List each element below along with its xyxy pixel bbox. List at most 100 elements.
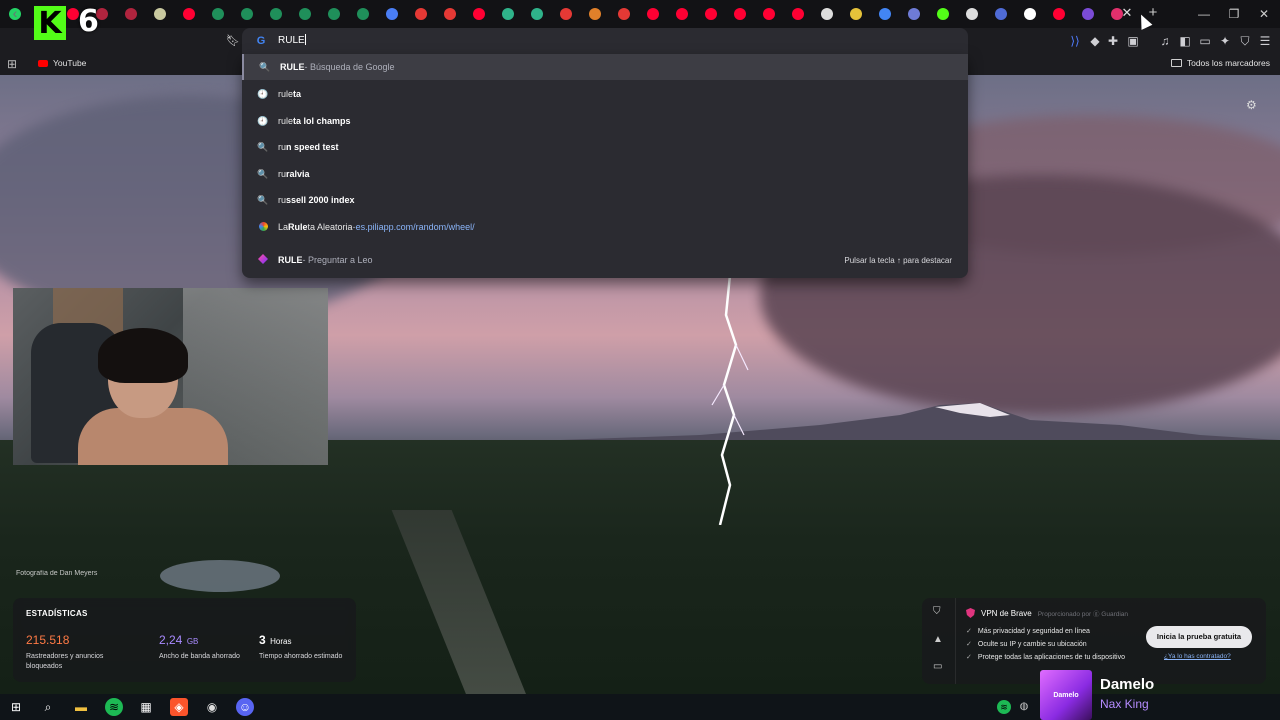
address-input[interactable]: RULE [278, 34, 306, 46]
tab[interactable] [464, 0, 493, 28]
tab-favicon-icon [762, 8, 775, 20]
tab[interactable] [319, 0, 348, 28]
tab[interactable] [725, 0, 754, 28]
suggestion-site[interactable]: La Rule ta Aleatoria - es.piliapp.com/ran… [242, 214, 968, 240]
puzzle-icon[interactable]: ✚ [1104, 32, 1122, 50]
shield-icon[interactable]: ⛉ [1236, 32, 1254, 50]
tab[interactable] [957, 0, 986, 28]
tray-icon[interactable]: ◍ [1015, 698, 1033, 716]
tab[interactable] [290, 0, 319, 28]
tab-favicon-icon [588, 8, 601, 20]
youtube-icon [38, 59, 48, 67]
tab-favicon-icon [414, 8, 427, 20]
tab[interactable] [609, 0, 638, 28]
vpn-feature: Protege todas las aplicaciones de tu dis… [966, 653, 1125, 661]
close-window-button[interactable]: ✕ [1248, 0, 1280, 28]
tab[interactable] [899, 0, 928, 28]
tab[interactable] [406, 0, 435, 28]
kick-logo-icon: K [34, 6, 66, 41]
tab[interactable] [1073, 0, 1102, 28]
tab[interactable] [145, 0, 174, 28]
bookmark-icon[interactable]: 🔖︎ [224, 32, 242, 50]
tab[interactable] [232, 0, 261, 28]
tab[interactable] [754, 0, 783, 28]
tab-favicon-icon [472, 8, 485, 20]
omnibox-suggestions: 🔍 RULE - Búsqueda de Google 🕘 rule ta 🕘 r… [242, 54, 968, 278]
store-icon[interactable]: ▦ [137, 698, 155, 716]
suggestion-search[interactable]: 🔍 ru ralvia [242, 161, 968, 187]
vpn-feature: Más privacidad y seguridad en línea [966, 627, 1090, 635]
vpn-trial-button[interactable]: Inicia la prueba gratuita [1146, 626, 1252, 648]
tab[interactable] [580, 0, 609, 28]
tab[interactable] [116, 0, 145, 28]
minimize-button[interactable]: — [1188, 0, 1220, 28]
tab[interactable] [841, 0, 870, 28]
suggestion-search[interactable]: 🔍 ru ssell 2000 index [242, 187, 968, 213]
video-icon[interactable]: ▭ [933, 661, 942, 672]
menu-icon[interactable]: ☰ [1256, 32, 1274, 50]
file-explorer-icon[interactable]: ▬ [72, 698, 90, 716]
vpn-already-link[interactable]: ¿Ya lo has contratado? [1164, 653, 1231, 660]
tab-favicon-icon [1081, 8, 1094, 20]
bookmark-youtube[interactable]: YouTube [38, 58, 86, 68]
tab[interactable] [493, 0, 522, 28]
suggestion-google-search[interactable]: 🔍 RULE - Búsqueda de Google [242, 54, 968, 80]
tab-icon[interactable]: ▣ [1124, 32, 1142, 50]
suggestion-bold: ta [293, 89, 302, 99]
tab-close-icon[interactable]: ✕ [1118, 4, 1136, 22]
tab[interactable] [522, 0, 551, 28]
tab[interactable] [928, 0, 957, 28]
tab-favicon-icon [965, 8, 978, 20]
tab[interactable] [348, 0, 377, 28]
search-icon[interactable]: ⌕ [39, 698, 57, 716]
wallet2-icon[interactable]: ▭ [1196, 32, 1214, 50]
tab[interactable] [1044, 0, 1073, 28]
news-icon[interactable]: ▲ [933, 634, 943, 645]
suggestion-bold: Rule [288, 222, 308, 232]
windows-start-icon[interactable]: ⊞ [7, 698, 25, 716]
stat-label: Rastreadores y anuncios bloqueados [26, 653, 104, 670]
obs-icon[interactable]: ◉ [203, 698, 221, 716]
tab[interactable] [551, 0, 580, 28]
music-icon[interactable]: ♫ [1156, 32, 1174, 50]
search-icon: 🔍 [259, 61, 271, 72]
spotify-icon[interactable]: ≋ [105, 698, 123, 716]
all-bookmarks-button[interactable]: Todos los marcadores [1170, 58, 1270, 68]
wallet-icon[interactable]: ⟩⟩ [1066, 32, 1084, 50]
suggestion-history[interactable]: 🕘 rule ta [242, 81, 968, 107]
suggestion-bold: ta lol champs [293, 116, 351, 126]
tab[interactable] [986, 0, 1015, 28]
sidebar-icon[interactable]: ◧ [1176, 32, 1194, 50]
tab[interactable] [261, 0, 290, 28]
photo-credit[interactable]: Fotografía de Dan Meyers [16, 570, 97, 577]
tab[interactable] [1015, 0, 1044, 28]
tab[interactable] [870, 0, 899, 28]
address-bar[interactable]: G RULE [242, 28, 968, 54]
extensions-icon[interactable]: ◆ [1086, 32, 1104, 50]
tab[interactable] [667, 0, 696, 28]
tab-favicon-icon [269, 8, 282, 20]
tab[interactable] [377, 0, 406, 28]
tab[interactable] [174, 0, 203, 28]
gear-icon[interactable]: ⚙ [1246, 98, 1257, 112]
tab[interactable] [696, 0, 725, 28]
tab[interactable] [812, 0, 841, 28]
maximize-button[interactable]: ❐ [1218, 0, 1250, 28]
discord-icon[interactable]: ☺ [236, 698, 254, 716]
vpn-shield-icon[interactable]: ⛉ [933, 606, 941, 617]
tab-favicon-icon [443, 8, 456, 20]
suggestion-search[interactable]: 🔍 ru n speed test [242, 134, 968, 160]
tab[interactable] [435, 0, 464, 28]
suggestion-ask-leo[interactable]: RULE - Preguntar a Leo Pulsar la tecla ↑… [242, 247, 968, 273]
tab[interactable] [783, 0, 812, 28]
tab-favicon-icon [153, 8, 166, 20]
leo-icon[interactable]: ✦ [1216, 32, 1234, 50]
tab[interactable] [638, 0, 667, 28]
tab-favicon-icon [704, 8, 717, 20]
spotify-tray-icon[interactable]: ≋ [997, 700, 1011, 714]
back-button[interactable]: ‹ [6, 4, 24, 22]
apps-grid-icon[interactable]: ⊞ [7, 57, 17, 71]
tab[interactable] [203, 0, 232, 28]
suggestion-history[interactable]: 🕘 rule ta lol champs [242, 108, 968, 134]
brave-icon[interactable]: ◈ [170, 698, 188, 716]
